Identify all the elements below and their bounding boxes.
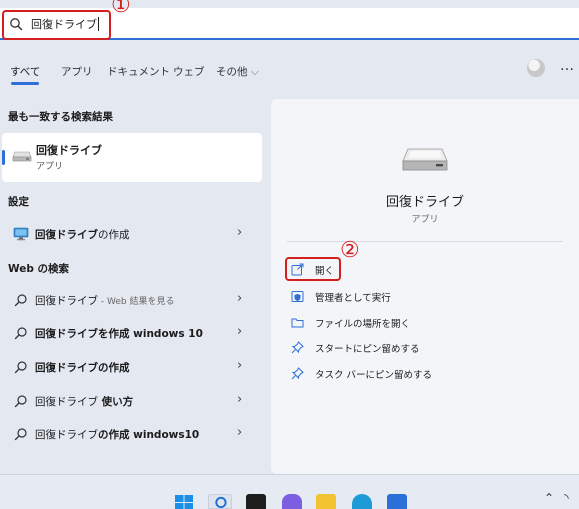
chevron-right-icon: › — [237, 291, 243, 306]
filter-documents[interactable]: ドキュメント — [107, 64, 170, 79]
detail-panel: 回復ドライブ アプリ 開く 管理者として実行 ファイルの場所を開く スタートにピ… — [271, 99, 579, 474]
divider — [287, 241, 563, 242]
control-panel-icon — [13, 227, 29, 241]
drive-icon — [402, 148, 448, 171]
web-result-label: 回復ドライブ - Web 結果を見る — [35, 295, 175, 307]
filter-other[interactable]: その他 ⌵ — [216, 64, 259, 79]
settings-heading: 設定 — [8, 196, 29, 208]
best-match-subtitle: アプリ — [36, 162, 64, 172]
web-result-label: 回復ドライブ 使い方 — [35, 396, 134, 408]
action-label: ファイルの場所を開く — [315, 319, 411, 330]
chevron-right-icon: › — [237, 392, 243, 407]
filter-all[interactable]: すべて — [10, 64, 40, 79]
action-open-file-location[interactable]: ファイルの場所を開く — [289, 313, 539, 333]
chevron-right-icon: › — [237, 358, 243, 373]
search-icon — [14, 327, 27, 340]
filter-web[interactable]: ウェブ — [173, 64, 205, 79]
settings-item-label: 回復ドライブの作成 — [35, 229, 130, 241]
windows-start-icon[interactable] — [174, 494, 194, 509]
action-pin-to-start[interactable]: スタートにピン留めする — [289, 338, 539, 358]
file-explorer-icon[interactable] — [316, 494, 336, 509]
detail-subtitle: アプリ — [411, 215, 439, 225]
annotation-box-search — [2, 10, 111, 40]
edge-icon[interactable] — [352, 494, 372, 509]
avatar[interactable] — [527, 59, 545, 77]
chevron-right-icon: › — [237, 425, 243, 440]
drive-icon — [12, 151, 32, 162]
annotation-box-open — [285, 257, 341, 281]
filter-apps[interactable]: アプリ — [61, 64, 93, 79]
search-taskbar-icon[interactable] — [208, 494, 232, 509]
chevron-right-icon: › — [237, 324, 243, 339]
chat-icon[interactable] — [282, 494, 302, 509]
action-run-as-admin[interactable]: 管理者として実行 — [289, 287, 539, 307]
web-result[interactable]: 回復ドライブの作成 › — [2, 354, 262, 380]
search-icon — [14, 428, 27, 441]
chevron-up-icon[interactable]: ⌃ — [544, 491, 554, 505]
web-result[interactable]: 回復ドライブ 使い方 › — [2, 388, 262, 414]
chevron-down-icon: ⌵ — [250, 66, 259, 78]
admin-shield-icon — [291, 291, 304, 302]
action-label: スタートにピン留めする — [315, 344, 420, 355]
folder-icon — [291, 318, 304, 328]
action-label: 管理者として実行 — [315, 293, 391, 304]
filter-bar: すべて アプリ ドキュメント ウェブ その他 ⌵ — [0, 58, 579, 85]
best-match-card[interactable]: 回復ドライブ アプリ — [2, 133, 262, 182]
pin-icon — [291, 367, 304, 380]
chevron-right-icon: › — [237, 225, 243, 240]
best-match-heading: 最も一致する検索結果 — [8, 111, 113, 123]
web-search-heading: Web の検索 — [8, 263, 70, 275]
search-icon — [14, 395, 27, 408]
settings-item-create-recovery-drive[interactable]: 回復ドライブの作成 › — [2, 221, 262, 247]
web-result-label: 回復ドライブを作成 windows 10 — [35, 328, 203, 340]
active-filter-indicator — [11, 82, 39, 85]
annotation-number-1: ① — [111, 0, 131, 18]
task-view-icon[interactable] — [246, 494, 266, 509]
network-icon[interactable]: ◝ — [564, 491, 569, 505]
web-result-label: 回復ドライブの作成 — [35, 362, 130, 374]
search-icon — [14, 294, 27, 307]
selection-indicator — [2, 150, 5, 165]
store-icon[interactable] — [387, 494, 407, 509]
detail-title: 回復ドライブ — [385, 195, 464, 210]
action-label: タスク バーにピン留めする — [315, 370, 433, 381]
action-pin-to-taskbar[interactable]: タスク バーにピン留めする — [289, 364, 539, 384]
pin-icon — [291, 341, 304, 354]
search-icon — [14, 361, 27, 374]
web-result-label: 回復ドライブの作成 windows10 — [35, 429, 200, 441]
web-result[interactable]: 回復ドライブを作成 windows 10 › — [2, 320, 262, 346]
web-result[interactable]: 回復ドライブ - Web 結果を見る › — [2, 287, 262, 313]
best-match-title: 回復ドライブ — [36, 144, 102, 157]
web-result[interactable]: 回復ドライブの作成 windows10 › — [2, 421, 262, 447]
annotation-number-2: ② — [340, 238, 360, 263]
more-options-icon[interactable]: … — [560, 58, 575, 74]
